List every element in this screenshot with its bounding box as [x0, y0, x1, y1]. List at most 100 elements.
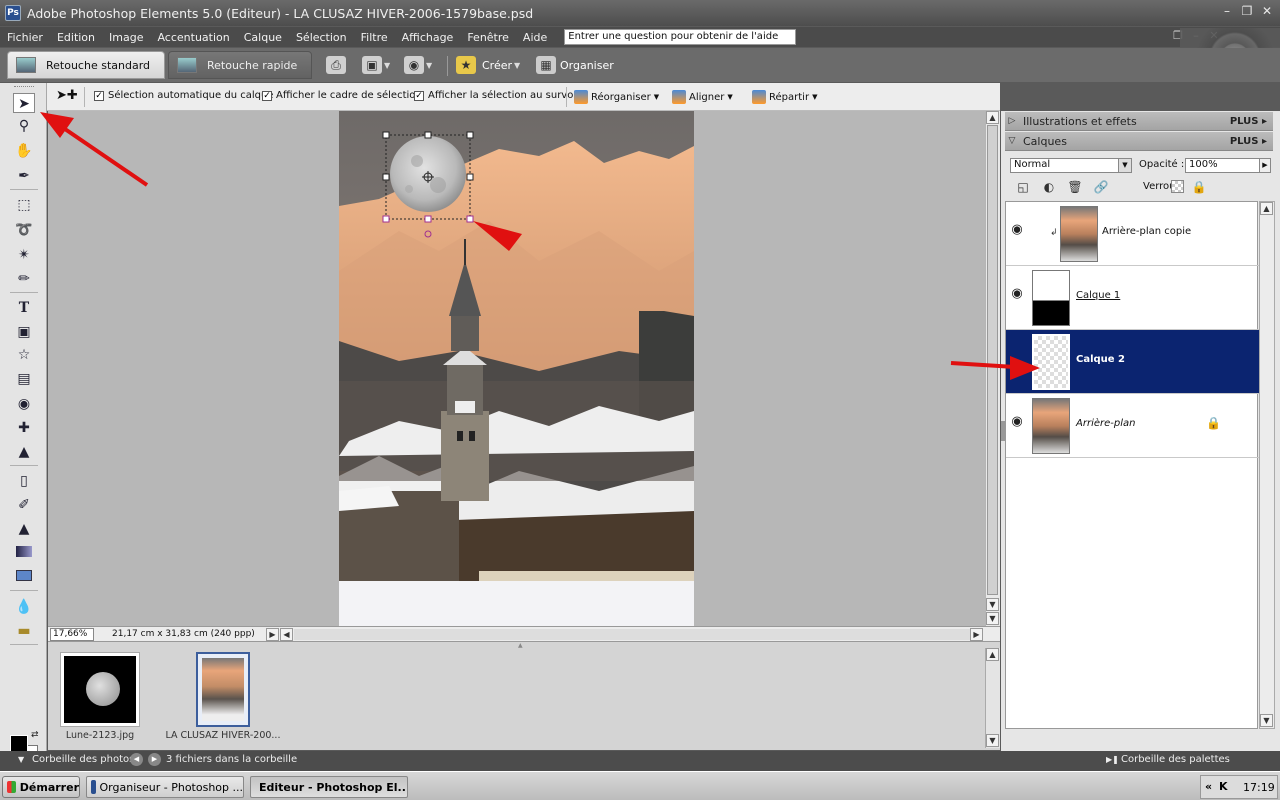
scroll-up-icon[interactable]: ▲	[986, 648, 999, 661]
eraser-tool-icon[interactable]: ▯	[13, 471, 35, 491]
show-bbox-option[interactable]: ✓ Afficher le cadre de sélection	[262, 90, 422, 101]
next-photo-icon[interactable]: ▶	[148, 753, 161, 766]
checkbox-checked-icon[interactable]: ✓	[262, 90, 272, 101]
scroll-down-icon[interactable]: ▼	[1260, 714, 1273, 727]
zoom-tool-icon[interactable]: ⚲	[13, 116, 35, 136]
scroll-up-icon[interactable]: ▲	[986, 111, 999, 124]
share-button[interactable]: ◉ ▼	[404, 54, 432, 76]
online-services-button[interactable]: ▣ ▼	[362, 54, 390, 76]
type-tool-icon[interactable]: T	[13, 298, 35, 318]
eye-icon[interactable]: ◉	[1008, 414, 1026, 432]
tray-k-icon[interactable]: K	[1219, 780, 1228, 793]
previous-photo-icon[interactable]: ◀	[130, 753, 143, 766]
checkbox-checked-icon[interactable]: ✓	[414, 90, 424, 101]
lasso-tool-icon[interactable]: ➰	[13, 220, 35, 240]
zoom-field[interactable]: 17,66%	[50, 628, 94, 641]
taskbar-item-organizer[interactable]: Organiseur - Photoshop ...	[86, 776, 244, 798]
info-menu-arrow-icon[interactable]: ▶	[266, 628, 279, 641]
lock-icon[interactable]: 🔒	[1191, 179, 1207, 195]
layers-scrollbar[interactable]: ▲ ▼	[1259, 201, 1275, 729]
layer-name[interactable]: Arrière-plan	[1076, 418, 1135, 429]
eyedropper-tool-icon[interactable]: ✒	[13, 166, 35, 186]
shape-tool-icon[interactable]	[13, 567, 35, 587]
scroll-down-icon[interactable]: ▼	[986, 598, 999, 611]
healing-brush-tool-icon[interactable]: ✚	[13, 418, 35, 438]
eye-icon[interactable]: ◉	[1008, 222, 1026, 240]
eye-icon[interactable]: ◉	[1008, 286, 1026, 304]
menu-affichage[interactable]: Affichage	[395, 31, 461, 44]
thumbnail-clusaz[interactable]	[196, 652, 250, 727]
layers-panel-header[interactable]: ▽ Calques PLUS ▸	[1005, 132, 1273, 151]
hand-tool-icon[interactable]: ✋	[13, 141, 35, 161]
help-search-input[interactable]: Entrer une question pour obtenir de l'ai…	[564, 29, 797, 45]
bin-toggle-icon[interactable]: ▼	[18, 755, 24, 764]
layer-row-selected[interactable]: Calque 2	[1006, 330, 1259, 394]
menu-fichier[interactable]: Fichier	[0, 31, 50, 44]
gradient-tool-icon[interactable]	[13, 543, 35, 563]
move-tool-preset-icon[interactable]: ➤✚	[56, 88, 78, 106]
trash-icon[interactable]: 🗑	[1067, 179, 1083, 195]
scroll-thumb[interactable]	[987, 125, 998, 595]
layers-more-button[interactable]: PLUS ▸	[1230, 136, 1267, 147]
paint-bucket-tool-icon[interactable]: ▲	[13, 519, 35, 539]
cookie-cutter-tool-icon[interactable]: ☆	[13, 345, 35, 365]
create-button[interactable]: ★ Créer ▼	[456, 54, 520, 76]
menu-aide[interactable]: Aide	[516, 31, 554, 44]
show-hover-option[interactable]: ✓ Afficher la sélection au survol	[414, 90, 576, 101]
menu-accentuation[interactable]: Accentuation	[150, 31, 236, 44]
align-dropdown[interactable]: Aligner ▼	[672, 90, 733, 104]
scroll-right-icon[interactable]: ▶	[970, 628, 983, 641]
sponge-tool-icon[interactable]: ▬	[13, 621, 35, 641]
arrange-dropdown[interactable]: Réorganiser ▼	[574, 90, 659, 104]
menu-image[interactable]: Image	[102, 31, 150, 44]
bin-resize-grip[interactable]: ▲	[518, 642, 534, 649]
checkbox-checked-icon[interactable]: ✓	[94, 90, 104, 101]
menu-edition[interactable]: Edition	[50, 31, 102, 44]
close-icon[interactable]: ✕	[1260, 4, 1274, 18]
layer-row[interactable]: ◉ Calque 1	[1006, 266, 1259, 330]
layer-name[interactable]: Calque 2	[1076, 354, 1125, 365]
organizer-button[interactable]: ▦ Organiser	[536, 54, 614, 76]
crop-tool-icon[interactable]: ▣	[13, 322, 35, 342]
menu-calque[interactable]: Calque	[237, 31, 289, 44]
horizontal-scroll-track[interactable]	[294, 629, 970, 640]
photo-bin-scrollbar[interactable]: ▲ ▼	[985, 648, 1000, 748]
taskbar-item-editor[interactable]: Editeur - Photoshop El...	[250, 776, 408, 798]
menu-filtre[interactable]: Filtre	[354, 31, 395, 44]
scroll-up-icon[interactable]: ▲	[1260, 202, 1273, 215]
palette-bin-label[interactable]: Corbeille des palettes	[1121, 754, 1230, 765]
swap-colors-icon[interactable]: ⇄	[31, 730, 39, 740]
scroll-down-icon[interactable]: ▼	[986, 612, 999, 625]
straighten-tool-icon[interactable]: ▤	[13, 369, 35, 389]
thumbnail-moon[interactable]	[60, 652, 140, 727]
clone-stamp-tool-icon[interactable]: ▲	[13, 442, 35, 462]
adjustment-layer-icon[interactable]: ◐	[1041, 179, 1057, 195]
red-eye-tool-icon[interactable]: ◉	[13, 394, 35, 414]
opacity-field[interactable]: 100% ▶	[1185, 158, 1271, 173]
lock-transparency-icon[interactable]	[1171, 180, 1184, 193]
tab-retouche-rapide[interactable]: Retouche rapide	[168, 51, 312, 79]
tray-expand-icon[interactable]: «	[1205, 780, 1212, 793]
link-icon[interactable]: 🔗	[1093, 179, 1109, 195]
scroll-down-icon[interactable]: ▼	[986, 734, 999, 747]
layer-row[interactable]: ◉ ↲ Arrière-plan copie	[1006, 202, 1259, 266]
menu-fenetre[interactable]: Fenêtre	[460, 31, 516, 44]
start-button[interactable]: Démarrer	[2, 776, 80, 798]
distribute-dropdown[interactable]: Répartir ▼	[752, 90, 817, 104]
auto-select-option[interactable]: ✓ Sélection automatique du calque	[94, 90, 273, 101]
scroll-left-icon[interactable]: ◀	[280, 628, 293, 641]
effects-more-button[interactable]: PLUS ▸	[1230, 116, 1267, 127]
print-button[interactable]: ⎙	[326, 54, 346, 76]
move-tool-icon[interactable]: ➤	[13, 93, 35, 113]
photo-bin-label[interactable]: Corbeille des photos	[32, 754, 134, 765]
tab-retouche-standard[interactable]: Retouche standard	[7, 51, 165, 79]
blend-mode-select[interactable]: Normal ▼	[1010, 158, 1132, 173]
selection-brush-tool-icon[interactable]: ✏	[13, 269, 35, 289]
new-layer-icon[interactable]: ◱	[1015, 179, 1031, 195]
chevron-right-icon[interactable]: ▶	[1259, 159, 1270, 172]
effects-panel-header[interactable]: ▷ Illustrations et effets PLUS ▸	[1005, 112, 1273, 131]
layer-name[interactable]: Arrière-plan copie	[1102, 226, 1191, 237]
palette-bin-toggle-icon[interactable]: ▶❚	[1106, 755, 1119, 764]
canvas-vertical-scrollbar[interactable]: ▲ ▼ ▼	[985, 111, 1000, 626]
menu-selection[interactable]: Sélection	[289, 31, 354, 44]
